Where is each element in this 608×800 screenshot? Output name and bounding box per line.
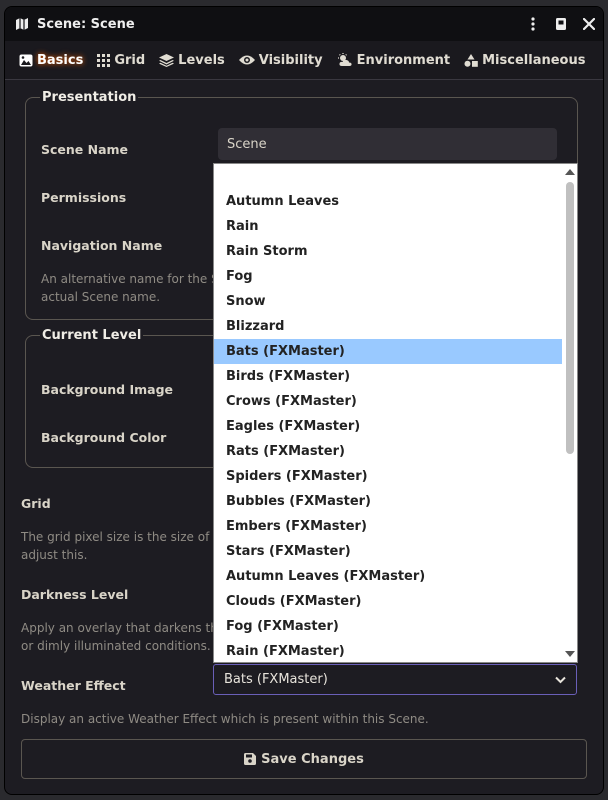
scene-config-window: Scene: Scene Basics Grid Levels Visibili… [4, 6, 604, 795]
weather-option[interactable]: Snow [214, 289, 562, 314]
window-titlebar[interactable]: Scene: Scene [5, 7, 603, 41]
tab-basics[interactable]: Basics [19, 41, 83, 79]
tab-grid[interactable]: Grid [97, 41, 145, 79]
tab-visibility[interactable]: Visibility [238, 41, 323, 79]
tab-label: Visibility [258, 52, 323, 68]
weather-option[interactable]: Embers (FXMaster) [214, 514, 562, 539]
weather-option[interactable]: Bats (FXMaster) [214, 339, 562, 364]
presentation-legend: Presentation [42, 90, 137, 105]
background-color-label: Background Color [41, 430, 167, 445]
scene-name-label: Scene Name [41, 142, 129, 157]
darkness-hint-line2: or dimly illuminated conditions. [21, 639, 211, 653]
grid-label: Grid [21, 496, 51, 511]
eye-icon [238, 55, 255, 65]
grid-icon [97, 53, 111, 67]
weather-option[interactable]: Autumn Leaves [214, 189, 562, 214]
permissions-label: Permissions [41, 190, 127, 205]
weather-option[interactable]: Clouds (FXMaster) [214, 589, 562, 614]
save-changes-label: Save Changes [261, 751, 364, 767]
weather-selected-value: Bats (FXMaster) [224, 672, 328, 687]
weather-effect-options-list[interactable]: Autumn Leaves Rain Rain Storm Fog Snow Blizza… [213, 163, 578, 663]
map-icon [15, 16, 31, 32]
weather-option[interactable]: Blizzard [214, 314, 562, 339]
tab-label: Levels [178, 52, 225, 68]
weather-option[interactable]: Fog (FXMaster) [214, 614, 562, 639]
weather-hint: Display an active Weather Effect which i… [21, 712, 429, 726]
navigation-name-label: Navigation Name [41, 238, 163, 253]
darkness-level-label: Darkness Level [21, 587, 129, 602]
weather-option[interactable]: Rain (FXMaster) [214, 639, 562, 662]
navigation-hint-line1: An alternative name for the S [41, 272, 219, 286]
scene-name-input[interactable]: Scene [218, 128, 557, 160]
tab-miscellaneous[interactable]: Miscellaneous [464, 41, 585, 79]
scroll-down-arrow-icon[interactable] [565, 651, 575, 657]
chevron-down-icon [555, 676, 566, 683]
cloud-sun-icon [337, 53, 352, 66]
save-icon [244, 753, 257, 765]
weather-option[interactable]: Birds (FXMaster) [214, 364, 562, 389]
background-image-label: Background Image [41, 382, 174, 397]
darkness-hint-line1: Apply an overlay that darkens th [21, 621, 218, 635]
grid-hint-line1: The grid pixel size is the size of a [21, 530, 221, 544]
image-icon [19, 54, 33, 66]
window-title: Scene: Scene [37, 16, 135, 32]
tab-environment[interactable]: Environment [337, 41, 451, 79]
shapes-icon [464, 53, 478, 67]
weather-effect-select[interactable]: Bats (FXMaster) [213, 664, 577, 695]
scroll-up-arrow-icon[interactable] [565, 169, 575, 175]
weather-option[interactable]: Crows (FXMaster) [214, 389, 562, 414]
grid-hint-line2: adjust this. [21, 548, 88, 562]
weather-option[interactable]: Rats (FXMaster) [214, 439, 562, 464]
weather-option[interactable]: Rain [214, 214, 562, 239]
tab-levels[interactable]: Levels [159, 41, 225, 79]
weather-option[interactable]: Fog [214, 264, 562, 289]
save-changes-button[interactable]: Save Changes [21, 739, 587, 779]
more-options-icon[interactable] [519, 7, 547, 41]
journal-book-icon[interactable] [547, 7, 575, 41]
weather-option[interactable]: Stars (FXMaster) [214, 539, 562, 564]
weather-option[interactable]: Rain Storm [214, 239, 562, 264]
tab-label: Basics [37, 52, 84, 68]
tab-label: Miscellaneous [482, 52, 586, 68]
tab-bar: Basics Grid Levels Visibility Environmen… [5, 41, 603, 80]
layers-icon [159, 53, 175, 67]
current-level-legend: Current Level [42, 328, 142, 343]
weather-option[interactable]: Bubbles (FXMaster) [214, 489, 562, 514]
options-container: Autumn Leaves Rain Rain Storm Fog Snow Blizza… [214, 164, 577, 662]
tab-label: Environment [356, 52, 451, 68]
weather-option[interactable]: Spiders (FXMaster) [214, 464, 562, 489]
navigation-hint-line2: actual Scene name. [41, 290, 161, 304]
scrollbar-thumb[interactable] [566, 182, 574, 454]
weather-option[interactable]: Eagles (FXMaster) [214, 414, 562, 439]
close-icon[interactable] [575, 7, 603, 41]
weather-option[interactable]: Autumn Leaves (FXMaster) [214, 564, 562, 589]
weather-effect-label: Weather Effect [21, 678, 126, 693]
weather-option[interactable] [214, 164, 562, 189]
tab-label: Grid [114, 52, 146, 68]
dropdown-scrollbar[interactable] [563, 164, 577, 662]
